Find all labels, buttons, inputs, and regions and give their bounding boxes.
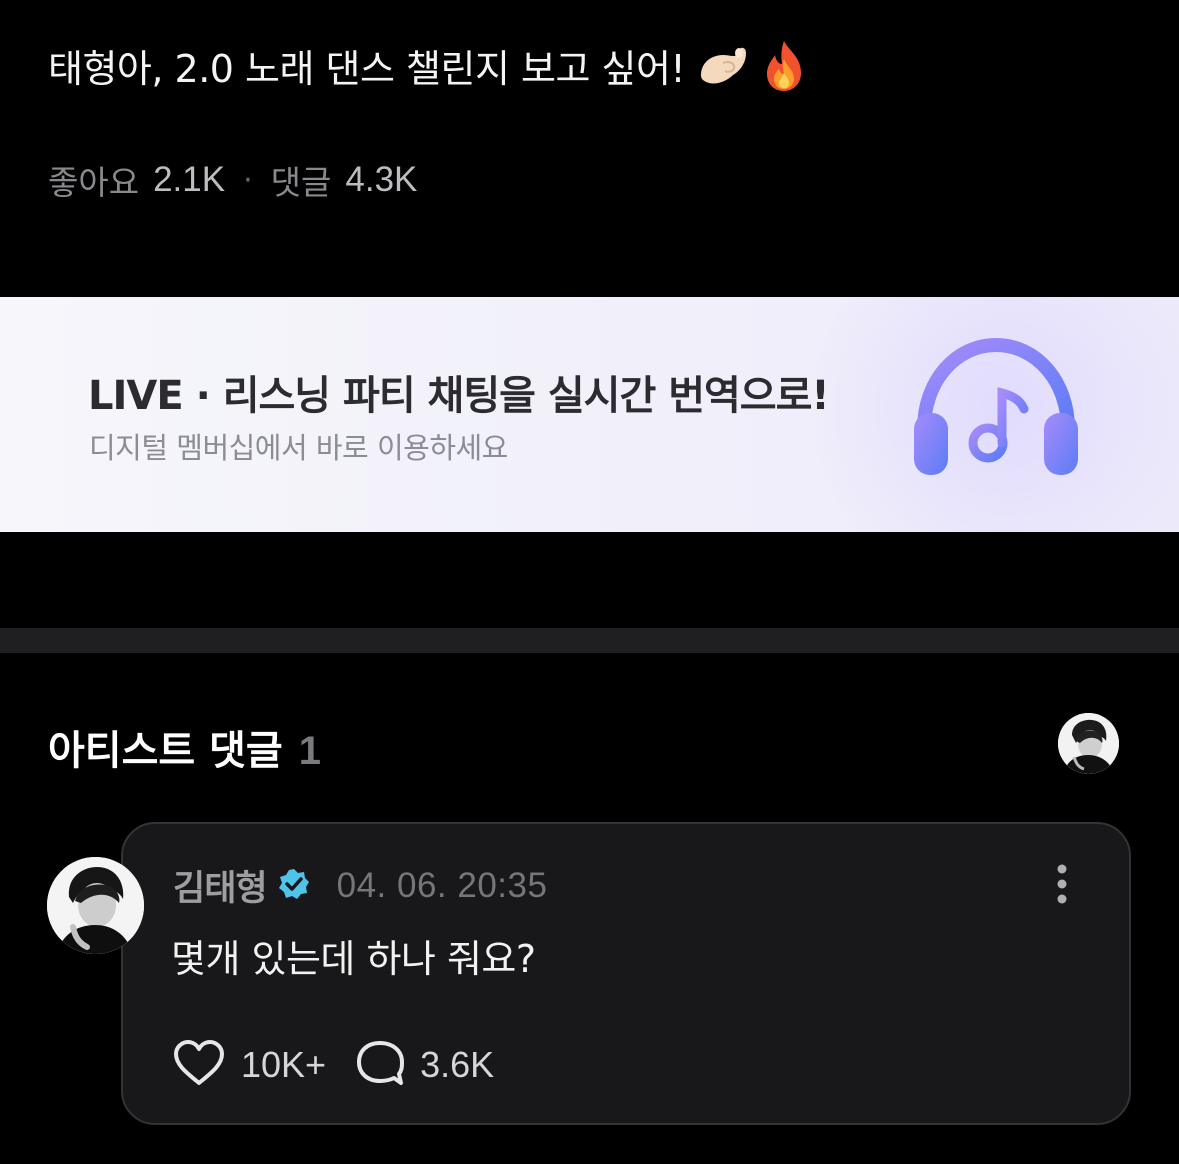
- comment-author-name[interactable]: 김태형: [173, 860, 268, 911]
- artist-comments-header: 아티스트 댓글 1: [48, 718, 321, 776]
- post-title-text: 태형아, 2.0 노래 댄스 챌린지 보고 싶어!: [48, 47, 686, 91]
- artist-comments-title: 아티스트 댓글: [48, 728, 283, 774]
- comment-text: 몇개 있는데 하나 줘요?: [171, 937, 536, 981]
- artist-avatar-button[interactable]: [1058, 713, 1119, 774]
- comment-header: 김태형 04. 06. 20:35: [173, 860, 547, 911]
- comment-actions: 10K+ 3.6K: [171, 1038, 494, 1092]
- banner-subtitle: 디지털 멤버십에서 바로 이용하세요: [89, 431, 508, 465]
- section-divider: [0, 628, 1179, 653]
- post-detail-screen: 태형아, 2.0 노래 댄스 챌린지 보고 싶어! 좋아요 2.1K · 댓글 …: [0, 0, 1179, 1164]
- comment-replies-count: 3.6K: [420, 1044, 495, 1085]
- comments-count[interactable]: 4.3K: [345, 160, 417, 200]
- likes-count[interactable]: 2.1K: [153, 160, 225, 200]
- stats-separator: ·: [243, 162, 253, 198]
- heart-icon[interactable]: [171, 1038, 227, 1092]
- fire-icon: [759, 39, 809, 93]
- post-title: 태형아, 2.0 노래 댄스 챌린지 보고 싶어!: [48, 38, 809, 93]
- comment-timestamp: 04. 06. 20:35: [336, 865, 548, 905]
- artist-comment-card[interactable]: 김태형 04. 06. 20:35 몇개 있는데 하나 줘요? 10K+ 3.6…: [121, 822, 1131, 1125]
- comment-likes-count: 10K+: [241, 1044, 327, 1085]
- commenter-avatar[interactable]: [47, 857, 144, 954]
- banner-title: LIVE · 리스닝 파티 채팅을 실시간 번역으로!: [88, 373, 830, 419]
- pinching-hand-icon: [693, 41, 751, 91]
- more-options-icon[interactable]: [1055, 864, 1069, 908]
- artist-comments-count: 1: [298, 729, 321, 773]
- comments-label: 댓글: [270, 163, 332, 202]
- verified-badge-icon: [277, 867, 311, 905]
- reply-bubble-icon[interactable]: [354, 1038, 406, 1092]
- promo-banner[interactable]: LIVE · 리스닝 파티 채팅을 실시간 번역으로! 디지털 멤버십에서 바로…: [0, 297, 1179, 532]
- likes-label: 좋아요: [48, 163, 140, 202]
- post-stats: 좋아요 2.1K · 댓글 4.3K: [48, 156, 417, 204]
- headphones-music-icon: [906, 331, 1086, 495]
